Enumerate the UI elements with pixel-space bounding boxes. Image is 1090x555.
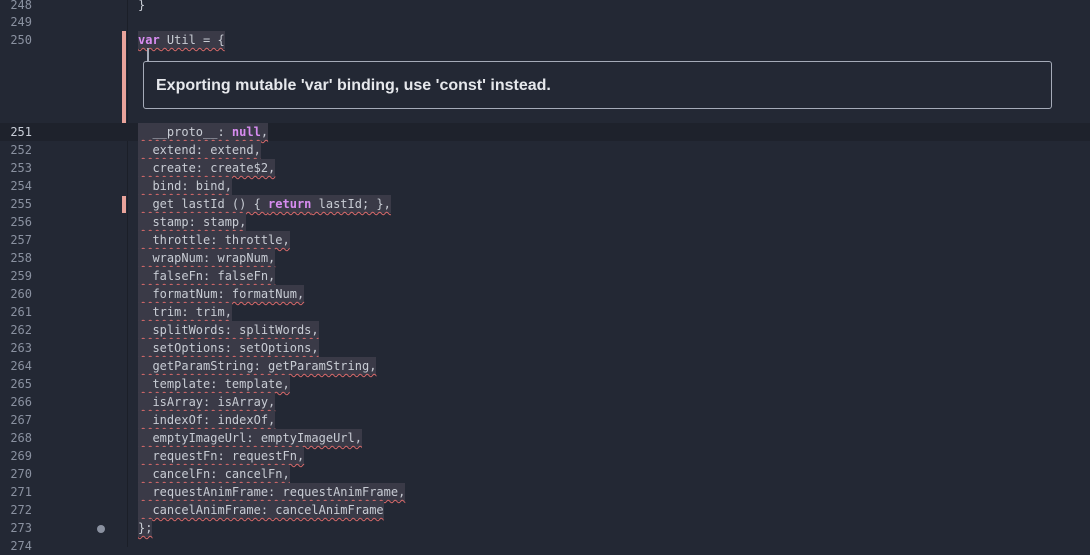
code-line-265: 265 template: template,	[0, 375, 1090, 393]
keyword: var	[138, 33, 160, 47]
code-text[interactable]: falseFn: falseFn,	[138, 267, 276, 285]
code-line-250: 250 var Util = {	[0, 31, 1090, 49]
code-line-249: 249	[0, 13, 1090, 31]
code-text[interactable]: getParamString: getParamString,	[138, 357, 377, 375]
code-segment: Util = {	[159, 33, 225, 47]
code-text[interactable]: bind: bind,	[138, 177, 232, 195]
code-line-255: 255 get lastId () { return lastId; },	[0, 195, 1090, 213]
code-text[interactable]: requestFn: requestFn,	[138, 447, 305, 465]
code-line-257: 257 throttle: throttle,	[0, 231, 1090, 249]
code-line-254: 254 bind: bind,	[0, 177, 1090, 195]
code-line-258: 258 wrapNum: wrapNum,	[0, 249, 1090, 267]
code-text[interactable]: setOptions: setOptions,	[138, 339, 319, 357]
line-number: 270	[10, 467, 32, 481]
line-number: 253	[10, 161, 32, 175]
line-number: 272	[10, 503, 32, 517]
code-text[interactable]: cancelAnimFrame: cancelAnimFrame	[138, 501, 384, 519]
line-number: 258	[10, 251, 32, 265]
code-line-253: 253 create: create$2,	[0, 159, 1090, 177]
line-number: 251	[10, 125, 32, 139]
code-line-252: 252 extend: extend,	[0, 141, 1090, 159]
code-line-271: 271 requestAnimFrame: requestAnimFrame,	[0, 483, 1090, 501]
line-number: 254	[10, 179, 32, 193]
code-text[interactable]: wrapNum: wrapNum,	[138, 249, 276, 267]
tooltip-pointer	[147, 48, 149, 61]
keyword: null	[231, 125, 261, 139]
line-number: 263	[10, 341, 32, 355]
code-line-248: 248 }	[0, 0, 1090, 14]
diagnostic-message: Exporting mutable 'var' binding, use 'co…	[156, 77, 551, 94]
code-text[interactable]: formatNum: formatNum,	[138, 285, 305, 303]
line-number: 250	[10, 33, 32, 47]
line-number: 274	[10, 539, 32, 553]
line-number: 271	[10, 485, 32, 499]
code-line-269: 269 requestFn: requestFn,	[0, 447, 1090, 465]
line-number: 255	[10, 197, 32, 211]
line-number: 264	[10, 359, 32, 373]
code-segment: __proto__:	[138, 125, 232, 139]
code-line-259: 259 falseFn: falseFn,	[0, 267, 1090, 285]
code-text[interactable]: isArray: isArray,	[138, 393, 276, 411]
line-number: 269	[10, 449, 32, 463]
code-text[interactable]: __proto__: null,	[138, 123, 269, 141]
code-line-266: 266 isArray: isArray,	[0, 393, 1090, 411]
line-number: 261	[10, 305, 32, 319]
code-text[interactable]: stamp: stamp,	[138, 213, 247, 231]
code-text[interactable]: template: template,	[138, 375, 290, 393]
code-line-263: 263 setOptions: setOptions,	[0, 339, 1090, 357]
line-number: 267	[10, 413, 32, 427]
code-line-264: 264 getParamString: getParamString,	[0, 357, 1090, 375]
code-text[interactable]: requestAnimFrame: requestAnimFrame,	[138, 483, 406, 501]
code-segment: lastId; },	[311, 197, 391, 211]
line-number: 266	[10, 395, 32, 409]
line-number: 265	[10, 377, 32, 391]
line-number: 257	[10, 233, 32, 247]
code-text[interactable]: throttle: throttle,	[138, 231, 290, 249]
line-number: 262	[10, 323, 32, 337]
code-text[interactable]: get lastId () { return lastId; },	[138, 195, 391, 213]
code-segment: ,	[260, 125, 269, 139]
line-number: 273	[10, 521, 32, 535]
line-number: 248	[10, 0, 32, 12]
code-text[interactable]: trim: trim,	[138, 303, 232, 321]
keyword: return	[268, 197, 312, 211]
code-text[interactable]: create: create$2,	[138, 159, 276, 177]
code-text[interactable]: var Util = {	[138, 31, 225, 49]
code-line-268: 268 emptyImageUrl: emptyImageUrl,	[0, 429, 1090, 447]
code-line-272: 272 cancelAnimFrame: cancelAnimFrame	[0, 501, 1090, 519]
code-text[interactable]: indexOf: indexOf,	[138, 411, 276, 429]
code-text[interactable]: cancelFn: cancelFn,	[138, 465, 290, 483]
code-line-260: 260 formatNum: formatNum,	[0, 285, 1090, 303]
code-line-270: 270 cancelFn: cancelFn,	[0, 465, 1090, 483]
code-text: }	[138, 0, 146, 12]
code-line-262: 262 splitWords: splitWords,	[0, 321, 1090, 339]
code-line-261: 261 trim: trim,	[0, 303, 1090, 321]
code-segment: get lastId () {	[138, 197, 269, 211]
line-number: 249	[10, 15, 32, 29]
code-text[interactable]: splitWords: splitWords,	[138, 321, 319, 339]
line-number: 252	[10, 143, 32, 157]
code-line-273: 273};	[0, 519, 1090, 537]
code-text[interactable]: };	[138, 519, 153, 537]
code-line-256: 256 stamp: stamp,	[0, 213, 1090, 231]
line-number: 256	[10, 215, 32, 229]
diagnostic-tooltip: Exporting mutable 'var' binding, use 'co…	[143, 61, 1052, 109]
code-line-267: 267 indexOf: indexOf,	[0, 411, 1090, 429]
code-line-251: 251 __proto__: null,	[0, 123, 1090, 141]
line-number: 268	[10, 431, 32, 445]
code-line-274: 274	[0, 537, 1090, 555]
line-number: 259	[10, 269, 32, 283]
line-number: 260	[10, 287, 32, 301]
code-text[interactable]: extend: extend,	[138, 141, 261, 159]
code-text[interactable]: emptyImageUrl: emptyImageUrl,	[138, 429, 362, 447]
